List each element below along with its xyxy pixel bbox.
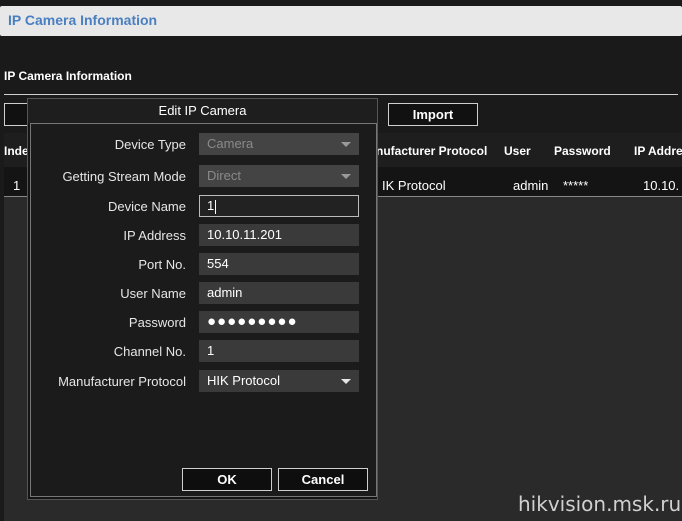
- section-title: IP Camera Information: [4, 69, 132, 83]
- ip-address-label: IP Address: [123, 228, 186, 243]
- ok-button[interactable]: OK: [182, 468, 272, 491]
- password-label: Password: [128, 315, 186, 330]
- header-title: IP Camera Information: [8, 12, 158, 28]
- row-ip: 10.10.: [643, 178, 680, 193]
- stream-mode-select[interactable]: Direct: [199, 165, 359, 187]
- dialog-body: Device Type Camera Getting Stream Mode D…: [30, 123, 377, 497]
- user-name-label: User Name: [120, 286, 186, 301]
- user-name-input[interactable]: admin: [199, 282, 359, 304]
- password-input[interactable]: ●●●●●●●●●: [199, 311, 359, 333]
- chevron-down-icon: [341, 142, 351, 147]
- column-header-user[interactable]: User: [504, 144, 531, 158]
- column-header-ip[interactable]: IP Addre: [634, 144, 682, 158]
- protocol-value: HIK Protocol: [207, 373, 280, 388]
- import-button[interactable]: Import: [388, 103, 478, 126]
- row-password: *****: [563, 178, 589, 193]
- dialog-title: Edit IP Camera: [28, 99, 377, 123]
- chevron-down-icon: [341, 379, 351, 384]
- channel-input[interactable]: 1: [199, 340, 359, 362]
- channel-label: Channel No.: [113, 344, 186, 359]
- ip-address-input[interactable]: 10.10.11.201: [199, 224, 359, 246]
- row-user: admin: [513, 178, 549, 193]
- stream-mode-value: Direct: [207, 168, 241, 183]
- protocol-label: Manufacturer Protocol: [58, 374, 186, 389]
- row-index: 1: [13, 178, 21, 193]
- device-name-value: 1: [207, 198, 215, 213]
- device-type-select[interactable]: Camera: [199, 133, 359, 155]
- column-header-protocol[interactable]: nufacturer Protocol: [376, 144, 487, 158]
- device-name-label: Device Name: [107, 199, 186, 214]
- device-type-value: Camera: [207, 136, 254, 151]
- text-caret: [215, 199, 217, 214]
- cancel-button[interactable]: Cancel: [278, 468, 368, 491]
- port-label: Port No.: [138, 257, 186, 272]
- section-divider: [4, 94, 678, 95]
- top-header-bar: IP Camera Information: [0, 6, 682, 36]
- watermark: hikvision.msk.ru: [518, 492, 682, 516]
- stream-mode-label: Getting Stream Mode: [62, 169, 186, 184]
- device-type-label: Device Type: [114, 137, 186, 152]
- protocol-select[interactable]: HIK Protocol: [199, 370, 359, 392]
- column-header-index[interactable]: Inde: [4, 144, 29, 158]
- device-name-input[interactable]: 1: [199, 195, 359, 217]
- chevron-down-icon: [341, 174, 351, 179]
- port-input[interactable]: 554: [199, 253, 359, 275]
- edit-ip-camera-dialog: Edit IP Camera Device Type Camera Gettin…: [27, 98, 378, 500]
- row-protocol: IK Protocol: [382, 178, 446, 193]
- column-header-password[interactable]: Password: [554, 144, 611, 158]
